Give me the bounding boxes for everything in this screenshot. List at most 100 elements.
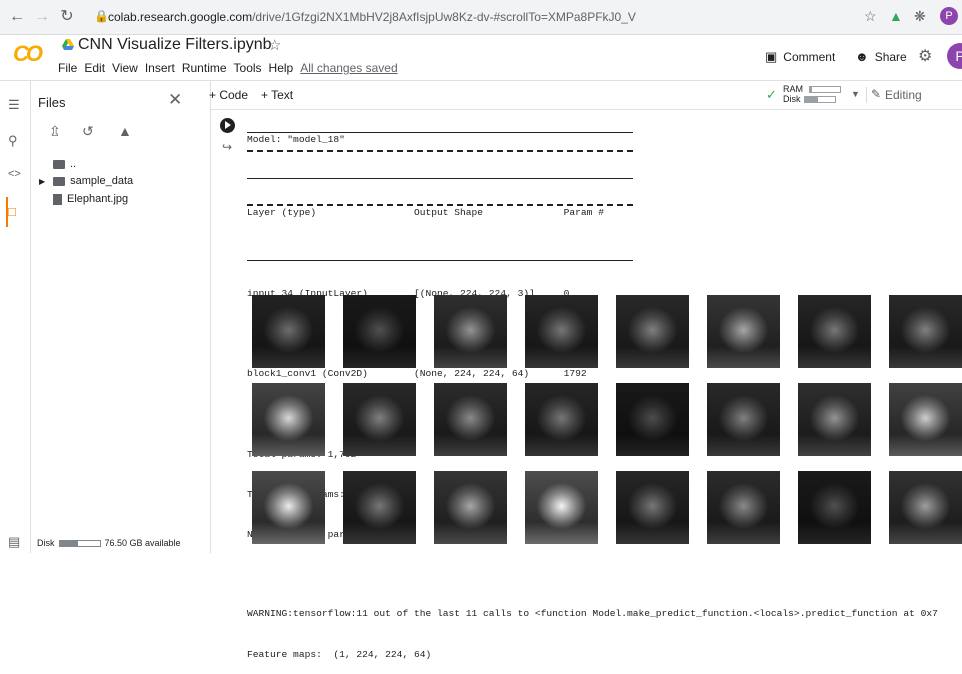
table-rule xyxy=(247,132,633,133)
file-row[interactable]: ▶ sample_data xyxy=(39,175,133,187)
menu-help[interactable]: Help xyxy=(269,61,294,75)
disk-bar xyxy=(803,96,836,104)
close-icon[interactable]: ✕ xyxy=(168,90,182,110)
save-status[interactable]: All changes saved xyxy=(300,61,397,75)
feature-map-tile xyxy=(707,383,780,456)
comment-icon: ▣ xyxy=(765,49,778,64)
back-icon[interactable]: ← xyxy=(6,6,28,28)
feature-maps-grid xyxy=(252,295,962,553)
feature-map-tile xyxy=(343,383,416,456)
menu-view[interactable]: View xyxy=(112,61,138,75)
disk-row: Disk xyxy=(783,94,841,104)
feature-map-tile xyxy=(798,383,871,456)
editing-mode[interactable]: Editing xyxy=(885,88,922,102)
table-rule xyxy=(247,260,633,261)
chevron-down-icon[interactable]: ▼ xyxy=(851,89,860,99)
play-icon xyxy=(225,121,231,129)
feature-map-tile xyxy=(525,471,598,544)
reload-icon[interactable]: ↻ xyxy=(56,6,78,28)
feature-map-tile xyxy=(525,383,598,456)
file-name: Elephant.jpg xyxy=(67,193,129,205)
file-name: .. xyxy=(70,158,77,170)
feature-map-tile xyxy=(707,295,780,368)
feature-map-tile xyxy=(889,383,962,456)
address-bar[interactable]: 🔒 colab.research.google.com/drive/1Gfzgi… xyxy=(86,4,876,30)
ram-fill xyxy=(810,87,813,93)
disk-usage-bar xyxy=(58,540,101,548)
files-title: Files xyxy=(38,95,66,110)
forward-icon[interactable]: → xyxy=(31,6,53,28)
code-snippets-icon[interactable]: <> xyxy=(8,168,21,180)
disk-usage-fill xyxy=(59,541,78,547)
feature-map-tile xyxy=(525,295,598,368)
table-rule-double xyxy=(247,150,633,152)
feature-map-tile xyxy=(434,295,507,368)
colab-header: CO CNN Visualize Filters.ipynb ☆ File Edi… xyxy=(0,35,962,81)
gear-icon[interactable]: ⚙ xyxy=(918,46,932,66)
account-avatar[interactable]: P xyxy=(947,43,962,69)
file-name: sample_data xyxy=(70,175,134,187)
feature-map-tile xyxy=(252,383,325,456)
chevron-right-icon[interactable]: ▶ xyxy=(39,177,45,186)
folder-icon xyxy=(53,176,66,186)
file-row[interactable]: Elephant.jpg xyxy=(53,193,128,205)
upload-file-icon[interactable]: ⇫ xyxy=(49,123,61,140)
table-of-contents-icon[interactable]: ☰ xyxy=(8,97,20,113)
share-button[interactable]: ☻ Share xyxy=(855,49,907,64)
disk-available: 76.50 GB available xyxy=(104,538,181,548)
feature-map-tile xyxy=(798,295,871,368)
file-row[interactable]: .. xyxy=(53,158,76,170)
feature-map-tile xyxy=(616,471,689,544)
mount-drive-icon[interactable]: ▲ xyxy=(118,123,132,139)
add-text-button[interactable]: + Text xyxy=(261,88,293,102)
pencil-icon: ✎ xyxy=(871,87,882,101)
extensions-icon[interactable]: ❋ xyxy=(914,8,926,25)
url-text: colab.research.google.com/drive/1Gfzgi2N… xyxy=(108,10,636,24)
feature-map-tile xyxy=(343,471,416,544)
output-icon[interactable]: ↪ xyxy=(222,140,232,154)
connected-check-icon: ✓ xyxy=(766,87,777,102)
add-code-button[interactable]: + Code xyxy=(209,88,248,102)
feature-maps-line: Feature maps: (1, 224, 224, 64) xyxy=(247,648,432,660)
file-icon xyxy=(53,193,62,205)
drive-icon xyxy=(62,39,74,50)
menu-runtime[interactable]: Runtime xyxy=(182,61,227,75)
terminal-icon[interactable]: ▤ xyxy=(8,534,20,550)
table-header: Layer (type) Output Shape Param # xyxy=(247,206,604,218)
feature-map-tile xyxy=(616,295,689,368)
table-rule-double xyxy=(247,204,633,206)
warning-line: WARNING:tensorflow:11 out of the last 11… xyxy=(247,608,938,620)
feature-map-tile xyxy=(343,295,416,368)
feature-map-tile xyxy=(798,471,871,544)
menu-file[interactable]: File xyxy=(58,61,77,75)
feature-map-tile xyxy=(434,471,507,544)
disk-label: Disk xyxy=(783,94,801,104)
drive-extension-icon[interactable]: ▲ xyxy=(889,8,903,24)
disk-label: Disk xyxy=(37,538,55,548)
feature-map-tile xyxy=(616,383,689,456)
refresh-folder-icon[interactable]: ↺ xyxy=(82,123,94,140)
menu-tools[interactable]: Tools xyxy=(234,61,262,75)
ram-bar xyxy=(809,86,841,94)
star-icon[interactable]: ☆ xyxy=(268,36,281,54)
menu-edit[interactable]: Edit xyxy=(84,61,105,75)
colab-logo[interactable]: CO xyxy=(13,41,43,67)
ram-row: RAM xyxy=(783,84,841,94)
model-line: Model: "model_18" xyxy=(247,133,345,145)
folder-icon[interactable]: □ xyxy=(8,204,16,219)
share-label: Share xyxy=(874,50,907,64)
feature-map-tile xyxy=(252,295,325,368)
menu-insert[interactable]: Insert xyxy=(145,61,175,75)
feature-map-tile xyxy=(889,471,962,544)
resources-indicator[interactable]: RAM Disk xyxy=(783,84,841,104)
feature-map-tile xyxy=(252,471,325,544)
disk-usage: Disk 76.50 GB available xyxy=(37,538,181,548)
bookmark-star-icon[interactable]: ☆ xyxy=(864,8,877,25)
browser-profile-avatar[interactable]: P xyxy=(940,7,958,25)
search-icon[interactable]: ⚲ xyxy=(8,133,18,149)
notebook-title[interactable]: CNN Visualize Filters.ipynb xyxy=(78,36,272,54)
comment-button[interactable]: ▣ Comment xyxy=(765,49,835,65)
feature-map-tile xyxy=(889,295,962,368)
